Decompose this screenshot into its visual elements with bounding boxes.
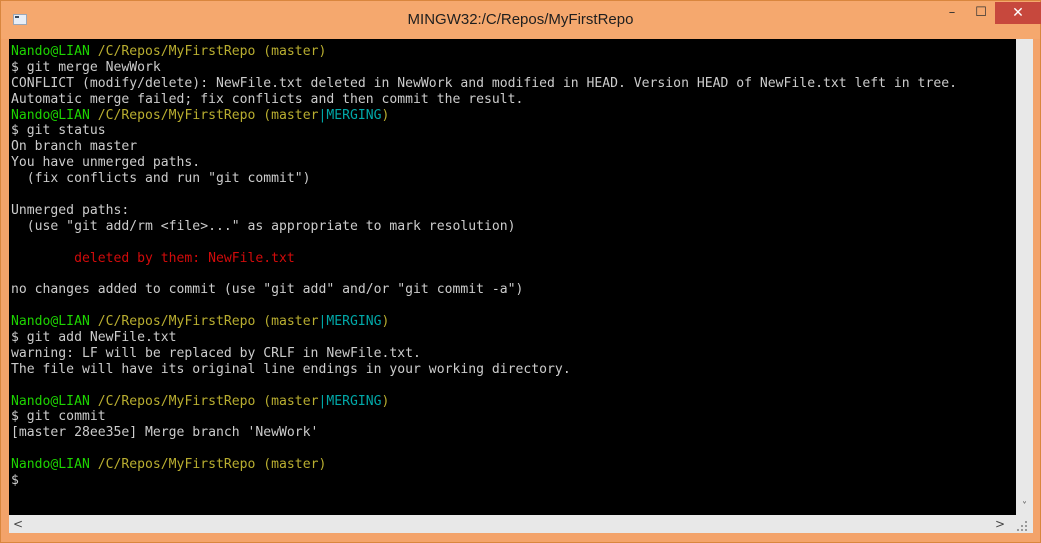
close-button[interactable]: ✕ [995,2,1041,24]
terminal-text-segment: $ git status [11,123,106,139]
terminal-line: Unmerged paths: [11,203,1033,219]
terminal-text-segment: $ [11,473,19,489]
resize-grip-icon[interactable] [1015,519,1027,531]
terminal-text-segment: Nando@LIAN [11,314,90,330]
terminal-line: You have unmerged paths. [11,155,1033,171]
terminal-text: Nando@LIAN /C/Repos/MyFirstRepo (master)… [9,39,1033,489]
scroll-right-arrow-icon[interactable]: > [991,515,1009,533]
terminal-text-segment: /C/Repos/MyFirstRepo (master [89,107,319,123]
terminal-line: $ [11,473,1033,489]
terminal-text-segment: Nando@LIAN [11,44,90,59]
terminal-text-segment: $ git add NewFile.txt [11,330,177,346]
terminal-line: Automatic merge failed; fix conflicts an… [11,92,1033,108]
terminal-text-segment: $ git commit [11,409,106,425]
terminal-text-segment: /C/Repos/MyFirstRepo (master [89,393,319,409]
terminal-line: Nando@LIAN /C/Repos/MyFirstRepo (master) [11,44,1033,60]
scroll-up-arrow[interactable] [1016,39,1033,53]
terminal-text-segment: [master 28ee35e] Merge branch 'NewWork' [11,425,319,441]
terminal-text-segment: |MERGING [318,314,382,330]
terminal-line: Nando@LIAN /C/Repos/MyFirstRepo (master) [11,457,1033,473]
terminal-line: $ git commit [11,409,1033,425]
terminal-line: (fix conflicts and run "git commit") [11,171,1033,187]
terminal-text-segment: You have unmerged paths. [11,155,201,171]
terminal-line: The file will have its original line end… [11,362,1033,378]
terminal-line: On branch master [11,139,1033,155]
terminal-text-segment: Automatic merge failed; fix conflicts an… [11,91,524,107]
terminal-text-segment: /C/Repos/MyFirstRepo (master) [89,457,327,473]
terminal-text-segment: Nando@LIAN [11,107,90,123]
vertical-scrollbar[interactable]: ˅ [1016,39,1033,515]
terminal-line: (use "git add/rm <file>..." as appropria… [11,219,1033,235]
terminal-text-segment: /C/Repos/MyFirstRepo (master [89,314,319,330]
terminal-line: Nando@LIAN /C/Repos/MyFirstRepo (master|… [11,394,1033,410]
terminal-text-segment: /C/Repos/MyFirstRepo (master) [89,44,327,59]
horizontal-scrollbar[interactable]: < > [9,515,1033,533]
minimize-button[interactable]: – [937,2,967,24]
terminal-text-segment: Nando@LIAN [11,457,90,473]
terminal-text-segment: On branch master [11,139,138,155]
terminal-text-segment: warning: LF will be replaced by CRLF in … [11,345,421,361]
terminal-text-segment: ) [381,314,390,330]
terminal-text-segment: no changes added to commit (use "git add… [11,282,524,298]
terminal-text-segment: (use "git add/rm <file>..." as appropria… [11,218,516,234]
terminal-text-segment: (fix conflicts and run "git commit") [11,171,311,187]
terminal-window: MINGW32:/C/Repos/MyFirstRepo – ☐ ✕ Nando… [0,0,1041,543]
terminal-line: $ git merge NewWork [11,60,1033,76]
terminal-text-segment: CONFLICT (modify/delete): NewFile.txt de… [11,75,957,91]
terminal-line: deleted by them: NewFile.txt [11,251,1033,267]
terminal-line: $ git add NewFile.txt [11,330,1033,346]
window-title: MINGW32:/C/Repos/MyFirstRepo [407,11,634,28]
terminal-line: Nando@LIAN /C/Repos/MyFirstRepo (master|… [11,108,1033,124]
terminal-line: warning: LF will be replaced by CRLF in … [11,346,1033,362]
terminal-line: CONFLICT (modify/delete): NewFile.txt de… [11,76,1033,92]
terminal-line: no changes added to commit (use "git add… [11,282,1033,298]
terminal-text-segment: ) [381,107,390,123]
terminal-line: $ git status [11,123,1033,139]
maximize-button[interactable]: ☐ [967,2,995,24]
terminal-line: [master 28ee35e] Merge branch 'NewWork' [11,425,1033,441]
terminal-text-segment: |MERGING [318,393,382,409]
terminal-text-segment: Unmerged paths: [11,202,130,218]
terminal-text-segment: deleted by them: NewFile.txt [11,250,295,266]
scroll-down-arrow-icon[interactable]: ˅ [1016,500,1033,514]
scroll-left-arrow-icon[interactable]: < [9,515,27,533]
terminal-line: Nando@LIAN /C/Repos/MyFirstRepo (master|… [11,314,1033,330]
terminal-text-segment: |MERGING [318,107,382,123]
terminal-text-segment: Nando@LIAN [11,393,90,409]
title-bar[interactable]: MINGW32:/C/Repos/MyFirstRepo – ☐ ✕ [1,1,1041,39]
terminal-text-segment: $ git merge NewWork [11,59,161,75]
terminal-output[interactable]: Nando@LIAN /C/Repos/MyFirstRepo (master)… [9,39,1033,515]
terminal-text-segment: The file will have its original line end… [11,361,571,377]
terminal-text-segment: ) [381,393,390,409]
